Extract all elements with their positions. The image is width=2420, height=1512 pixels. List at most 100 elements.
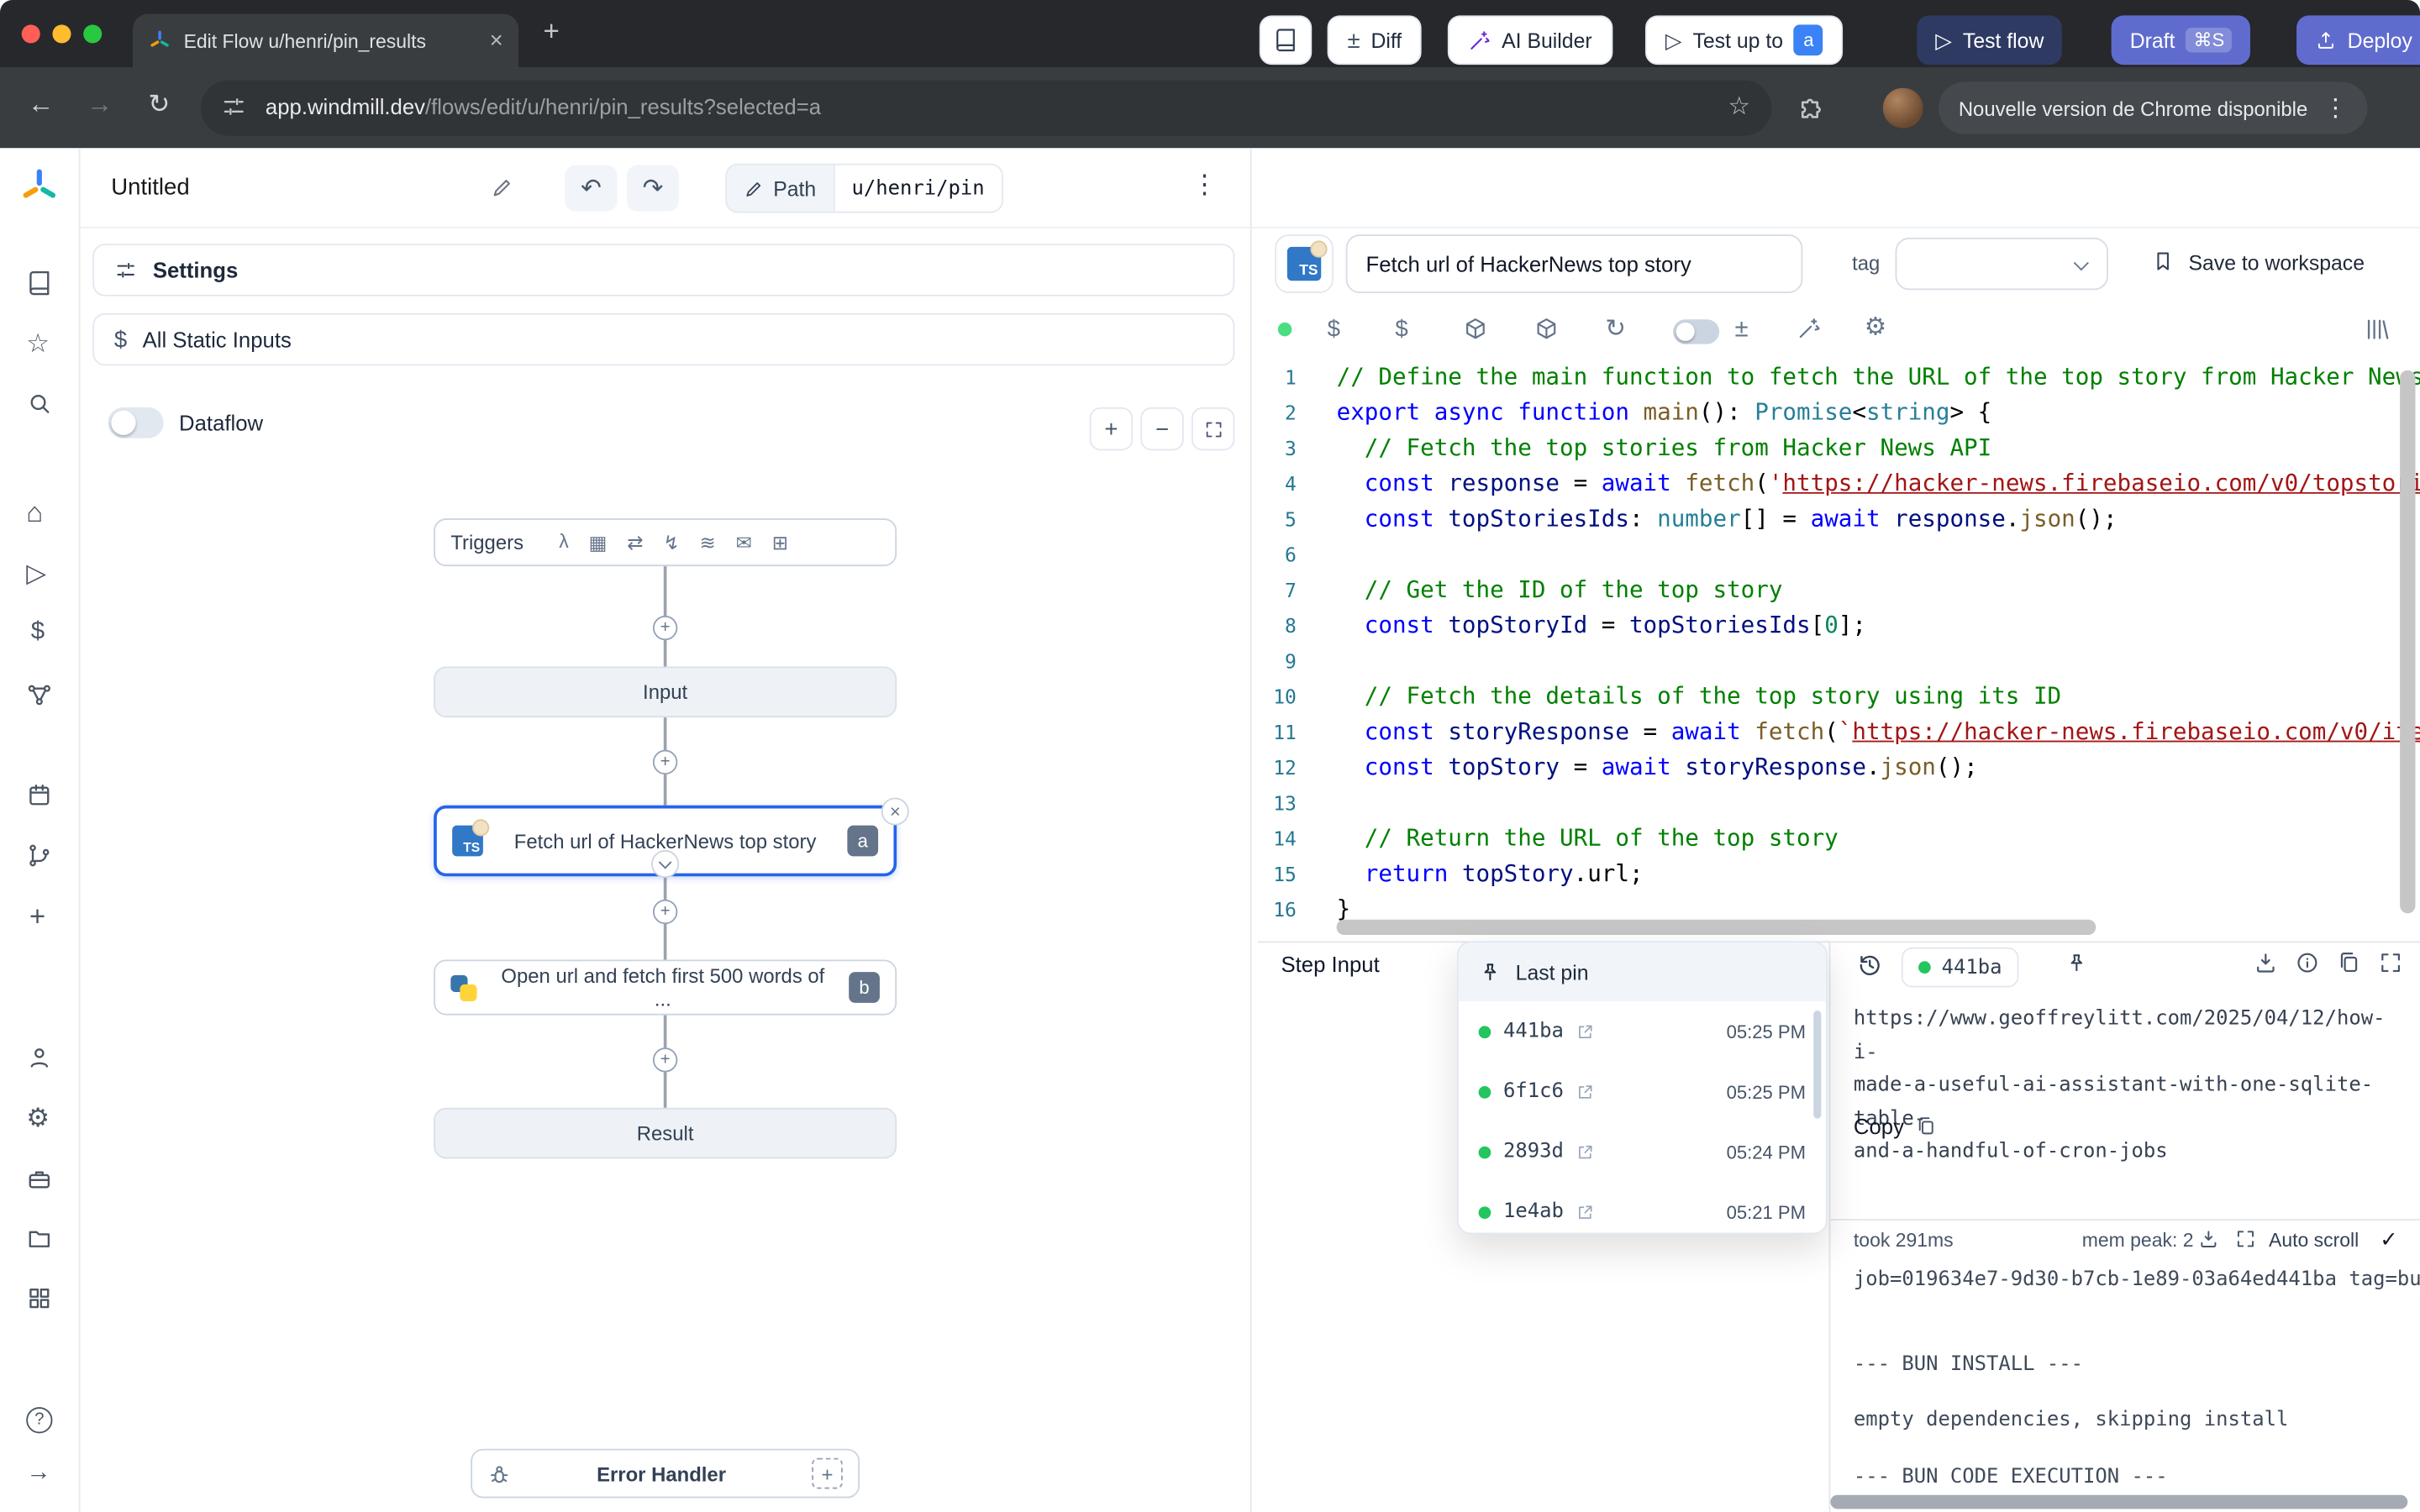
- macos-close-button[interactable]: [22, 24, 40, 43]
- history-icon[interactable]: [1857, 952, 1883, 978]
- package-icon[interactable]: [1534, 317, 1559, 341]
- docs-book-icon[interactable]: [26, 270, 52, 296]
- remove-step-button[interactable]: ×: [881, 798, 909, 826]
- step-summary-input[interactable]: [1346, 234, 1803, 293]
- deploy-button[interactable]: Deploy: [2296, 15, 2420, 65]
- diff-button[interactable]: ±Diff: [1328, 15, 1423, 65]
- triggers-node[interactable]: Triggers λ▦⇄↯≋✉⊞: [434, 518, 897, 566]
- editor-toggle[interactable]: [1673, 319, 1719, 344]
- settings-row[interactable]: Settings: [92, 244, 1234, 296]
- ai-wand-icon[interactable]: [1797, 317, 1821, 341]
- extensions-icon[interactable]: [1797, 92, 1826, 122]
- search-icon[interactable]: [26, 391, 52, 417]
- zoom-in-button[interactable]: +: [1090, 407, 1133, 450]
- browser-tab[interactable]: Edit Flow u/henri/pin_results ×: [133, 14, 518, 68]
- error-handler-node[interactable]: Error Handler +: [471, 1449, 860, 1499]
- site-controls-icon[interactable]: [221, 94, 247, 120]
- tab-step-input[interactable]: Step Input: [1281, 952, 1379, 976]
- variables-dollar-icon[interactable]: $: [1328, 318, 1340, 341]
- pin-menu-item[interactable]: 1e4ab05:21 PM: [1459, 1182, 1826, 1234]
- package-icon[interactable]: [1463, 317, 1487, 341]
- path-edit-segment[interactable]: Path: [727, 165, 833, 212]
- pin-icon[interactable]: [2065, 952, 2089, 975]
- collapse-sidebar-icon[interactable]: →: [26, 1461, 50, 1485]
- triggers-branch-icon[interactable]: [26, 843, 52, 869]
- folder-icon[interactable]: [26, 1225, 52, 1251]
- divider[interactable]: [1829, 941, 1831, 1512]
- library-icon[interactable]: [2365, 317, 2391, 343]
- windmill-logo[interactable]: [18, 166, 60, 216]
- editor-hscrollbar[interactable]: [1337, 920, 2096, 935]
- insert-step-button[interactable]: +: [653, 1047, 677, 1072]
- copy-button[interactable]: Copy: [1854, 1114, 1937, 1138]
- trigger-icon[interactable]: ↯: [663, 531, 679, 554]
- pin-menu-item[interactable]: 6f1c605:25 PM: [1459, 1062, 1826, 1122]
- insert-step-button[interactable]: +: [653, 750, 677, 774]
- header-kebab-menu[interactable]: ⋮: [1192, 170, 1218, 201]
- pin-menu-item[interactable]: 2893d05:24 PM: [1459, 1121, 1826, 1182]
- home-icon[interactable]: ⌂: [26, 498, 43, 526]
- result-url[interactable]: https://www.geoffreylitt.com/2025/04/12/…: [1854, 1003, 2409, 1168]
- input-node[interactable]: Input: [434, 666, 897, 717]
- macos-fullscreen-button[interactable]: [83, 24, 102, 43]
- reload-button[interactable]: ↻: [148, 90, 170, 121]
- step-node-b[interactable]: Open url and fetch first 500 words of ..…: [434, 959, 897, 1015]
- redo-button[interactable]: ↷: [627, 165, 679, 212]
- resources-graph-icon[interactable]: [26, 682, 52, 708]
- trigger-icon[interactable]: ▦: [589, 531, 608, 554]
- editor-settings-gear-icon[interactable]: ⚙: [1865, 317, 1886, 341]
- undo-button[interactable]: ↶: [565, 165, 617, 212]
- trigger-icon[interactable]: λ: [559, 531, 568, 554]
- address-bar[interactable]: app.windmill.dev/flows/edit/u/henri/pin_…: [201, 81, 1772, 136]
- add-plus-icon[interactable]: +: [29, 902, 45, 930]
- reload-icon[interactable]: ↻: [1605, 318, 1626, 342]
- apps-grid-icon[interactable]: [26, 1285, 52, 1311]
- gear-icon[interactable]: ⚙: [26, 1105, 50, 1131]
- expand-logs-icon[interactable]: [2235, 1228, 2257, 1250]
- macos-minimize-button[interactable]: [52, 24, 71, 43]
- insert-step-button[interactable]: +: [653, 616, 677, 640]
- favorites-star-icon[interactable]: ☆: [26, 330, 50, 356]
- docs-button[interactable]: [1260, 15, 1312, 65]
- fit-view-button[interactable]: [1192, 407, 1234, 450]
- insert-step-button[interactable]: +: [653, 900, 677, 924]
- path-control[interactable]: Path u/henri/pin: [725, 164, 1002, 213]
- help-icon[interactable]: ?: [26, 1407, 52, 1433]
- menu-scrollbar[interactable]: [1813, 1011, 1821, 1119]
- last-pin-menu-item[interactable]: Last pin: [1459, 942, 1826, 1001]
- expand-step-button[interactable]: [651, 850, 679, 878]
- download-logs-icon[interactable]: [2198, 1228, 2220, 1250]
- diff-icon[interactable]: ±: [1734, 318, 1748, 342]
- trigger-icon[interactable]: ≋: [699, 531, 715, 554]
- trigger-icon[interactable]: ⇄: [627, 531, 643, 554]
- ai-builder-button[interactable]: AI Builder: [1448, 15, 1612, 65]
- all-static-inputs-row[interactable]: $All Static Inputs: [92, 313, 1234, 365]
- zoom-out-button[interactable]: −: [1140, 407, 1183, 450]
- auto-scroll-checkbox[interactable]: ✓: [2380, 1226, 2398, 1252]
- code-editor[interactable]: // Define the main function to fetch the…: [1337, 360, 2420, 931]
- tag-select[interactable]: [1896, 238, 2108, 290]
- save-to-workspace-button[interactable]: Save to workspace: [2188, 251, 2365, 275]
- editor-vscrollbar[interactable]: [2400, 370, 2415, 914]
- trigger-icon[interactable]: ⊞: [772, 531, 788, 554]
- dataflow-toggle[interactable]: [108, 407, 164, 438]
- pin-id-pill[interactable]: 441ba: [1902, 948, 2019, 988]
- user-icon[interactable]: [26, 1044, 52, 1070]
- chrome-update-chip[interactable]: Nouvelle version de Chrome disponible ⋮: [1939, 81, 2368, 134]
- fullscreen-icon[interactable]: [2378, 950, 2402, 974]
- variables-dollar-icon[interactable]: $: [31, 620, 45, 644]
- download-icon[interactable]: [2254, 950, 2278, 974]
- schedules-calendar-icon[interactable]: [26, 782, 52, 808]
- trigger-icon[interactable]: ✉: [736, 531, 752, 554]
- bookmark-star-icon[interactable]: ☆: [1728, 91, 1750, 122]
- runs-play-icon[interactable]: ▷: [26, 560, 46, 586]
- result-node[interactable]: Result: [434, 1108, 897, 1159]
- test-up-to-button[interactable]: ▷Test up toa: [1645, 15, 1844, 65]
- workers-briefcase-icon[interactable]: [26, 1167, 52, 1193]
- forward-button[interactable]: →: [87, 90, 113, 121]
- profile-avatar[interactable]: [1883, 88, 1923, 129]
- info-icon[interactable]: [2295, 950, 2319, 974]
- logs-hscrollbar[interactable]: [1830, 1495, 2407, 1509]
- test-flow-button[interactable]: ▷Test flow: [1917, 15, 2062, 65]
- browser-menu-icon[interactable]: ⋮: [2323, 92, 2348, 123]
